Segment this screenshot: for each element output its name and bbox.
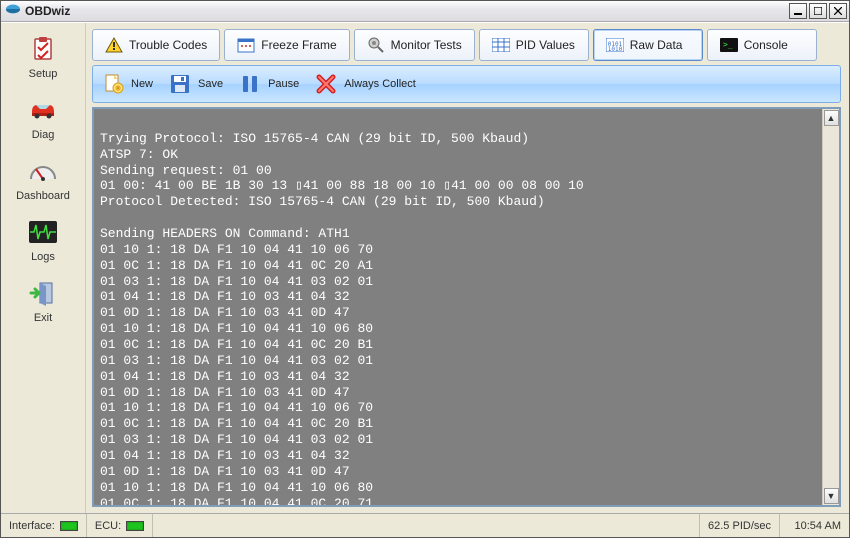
svg-text:>_: >_ <box>723 40 733 49</box>
warning-triangle-icon <box>105 36 123 54</box>
window-title: OBDwiz <box>25 4 70 18</box>
tab-trouble-codes[interactable]: Trouble Codes <box>92 29 220 61</box>
always-collect-button[interactable]: Always Collect <box>310 68 425 100</box>
tab-label: Monitor Tests <box>391 38 462 52</box>
tab-freeze-frame[interactable]: Freeze Frame <box>224 29 349 61</box>
svg-text:1010: 1010 <box>608 46 623 52</box>
floppy-icon <box>167 71 193 97</box>
sidebar-item-dashboard[interactable]: Dashboard <box>8 151 78 212</box>
tab-row: Trouble Codes Freeze Frame Monitor Tests <box>92 29 841 61</box>
save-button[interactable]: Save <box>164 68 232 100</box>
magnifier-gear-icon <box>367 36 385 54</box>
gauge-icon <box>27 155 59 187</box>
status-pid-rate: 62.5 PID/sec <box>699 514 779 537</box>
statusbar: Interface: ECU: 62.5 PID/sec 10:54 AM <box>1 513 849 537</box>
status-time: 10:54 AM <box>779 514 849 537</box>
sidebar-item-label: Setup <box>8 68 78 80</box>
maximize-button[interactable] <box>809 3 827 19</box>
tab-label: Freeze Frame <box>261 38 336 52</box>
titlebar: OBDwiz <box>1 1 849 22</box>
button-label: Always Collect <box>344 78 416 90</box>
status-interface: Interface: <box>1 514 87 537</box>
main-panel: Trouble Codes Freeze Frame Monitor Tests <box>86 23 849 513</box>
tab-label: Console <box>744 38 788 52</box>
calendar-icon <box>237 36 255 54</box>
new-button[interactable]: New <box>97 68 162 100</box>
button-label: New <box>131 78 153 90</box>
status-label: ECU: <box>95 520 121 532</box>
window-controls <box>787 3 847 19</box>
tab-label: Raw Data <box>630 38 683 52</box>
tab-raw-data[interactable]: 01011010 Raw Data <box>593 29 703 61</box>
tab-label: PID Values <box>516 38 575 52</box>
sidebar-item-logs[interactable]: Logs <box>8 212 78 273</box>
terminal-wrap: Trying Protocol: ISO 15765-4 CAN (29 bit… <box>92 107 841 507</box>
status-value: 62.5 PID/sec <box>708 520 771 532</box>
table-icon <box>492 36 510 54</box>
status-ecu: ECU: <box>87 514 153 537</box>
clipboard-check-icon <box>27 33 59 65</box>
button-label: Save <box>198 78 223 90</box>
tab-monitor-tests[interactable]: Monitor Tests <box>354 29 475 61</box>
sidebar: Setup Diag Dashboard Logs <box>1 23 86 513</box>
sidebar-item-label: Dashboard <box>8 190 78 202</box>
scrollbar[interactable]: ▲ ▼ <box>822 109 839 505</box>
sidebar-item-label: Logs <box>8 251 78 263</box>
car-icon <box>27 94 59 126</box>
scroll-down-button[interactable]: ▼ <box>824 488 839 504</box>
pause-button[interactable]: Pause <box>234 68 308 100</box>
sidebar-item-label: Exit <box>8 312 78 324</box>
minimize-button[interactable] <box>789 3 807 19</box>
terminal-icon: >_ <box>720 36 738 54</box>
led-green-icon <box>126 521 144 531</box>
sidebar-item-diag[interactable]: Diag <box>8 90 78 151</box>
binary-icon: 01011010 <box>606 36 624 54</box>
sidebar-item-setup[interactable]: Setup <box>8 29 78 90</box>
terminal-output[interactable]: Trying Protocol: ISO 15765-4 CAN (29 bit… <box>94 109 822 505</box>
status-label: Interface: <box>9 520 55 532</box>
new-file-icon <box>100 71 126 97</box>
delete-x-icon <box>313 71 339 97</box>
scroll-up-button[interactable]: ▲ <box>824 110 839 126</box>
tab-pid-values[interactable]: PID Values <box>479 29 589 61</box>
body: Setup Diag Dashboard Logs <box>1 22 849 513</box>
exit-icon <box>27 277 59 309</box>
scroll-track[interactable] <box>824 127 839 487</box>
status-value: 10:54 AM <box>795 520 841 532</box>
led-green-icon <box>60 521 78 531</box>
app-window: OBDwiz Setup Diag <box>0 0 850 538</box>
pause-icon <box>237 71 263 97</box>
close-button[interactable] <box>829 3 847 19</box>
button-label: Pause <box>268 78 299 90</box>
tab-console[interactable]: >_ Console <box>707 29 817 61</box>
waveform-icon <box>27 216 59 248</box>
sidebar-item-exit[interactable]: Exit <box>8 273 78 334</box>
toolbar: New Save Pause <box>92 65 841 103</box>
tab-label: Trouble Codes <box>129 38 207 52</box>
app-icon <box>5 3 21 19</box>
sidebar-item-label: Diag <box>8 129 78 141</box>
